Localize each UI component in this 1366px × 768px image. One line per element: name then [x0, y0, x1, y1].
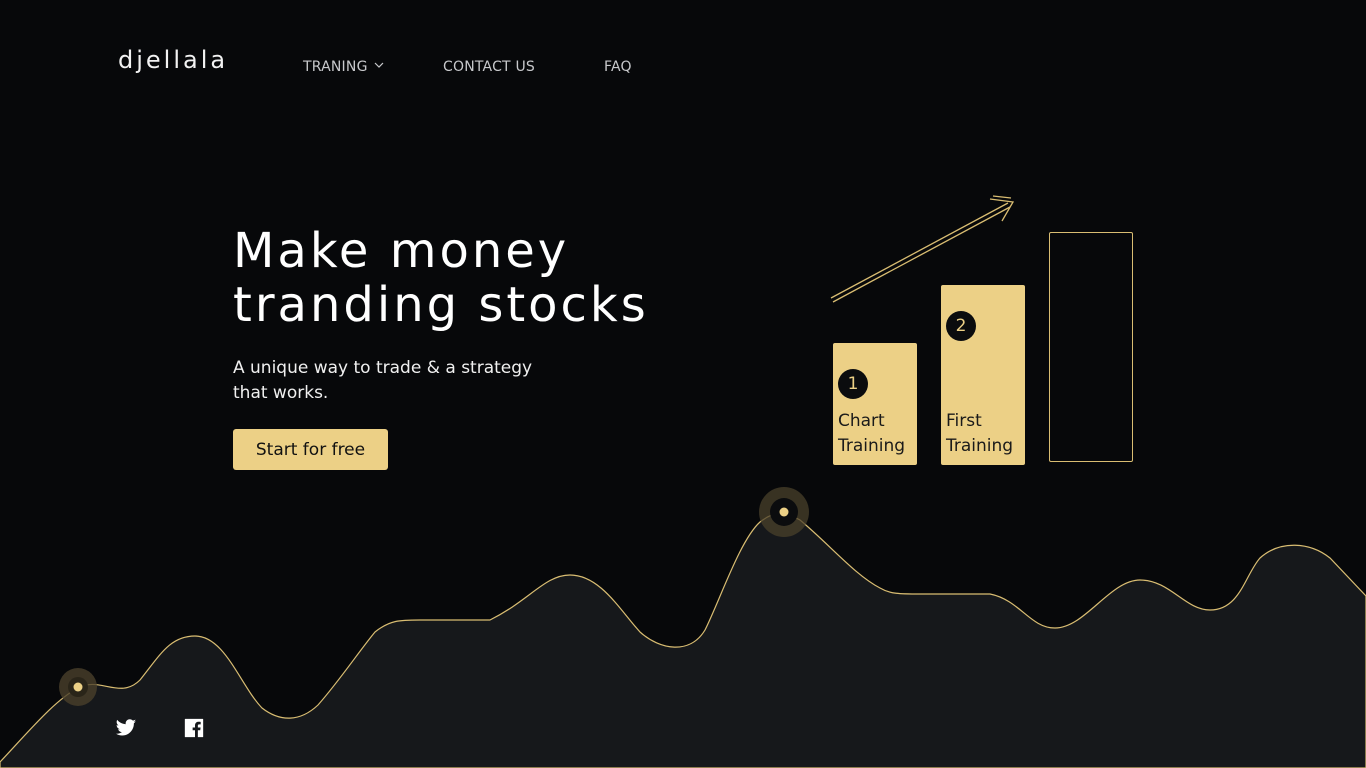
chevron-down-icon — [374, 62, 384, 68]
nav-contact[interactable]: CONTACT US — [443, 59, 535, 75]
nav-training-label: TRANING — [303, 59, 368, 75]
nav-faq[interactable]: FAQ — [604, 59, 632, 75]
logo[interactable]: djellala — [118, 46, 228, 74]
peak-marker-dot — [779, 507, 789, 517]
step-card-first-training[interactable]: 2 First Training — [941, 285, 1025, 465]
step-number-badge: 2 — [946, 311, 976, 341]
twitter-icon[interactable] — [115, 717, 137, 739]
page: djellala TRANING CONTACT US FAQ Make mon… — [0, 0, 1366, 768]
hero-title-line-1: Make money — [233, 223, 570, 279]
step-label-line-2: Training — [838, 436, 906, 456]
start-for-free-button[interactable]: Start for free — [233, 429, 388, 470]
hero-subtitle: A unique way to trade & a strategy that … — [233, 358, 533, 403]
hero-title-line-2: tranding stocks — [233, 277, 649, 333]
step-label-line-1: Chart — [838, 411, 885, 431]
facebook-icon[interactable] — [183, 717, 205, 739]
hero-title: Make money tranding stocks — [233, 224, 649, 332]
step-number-badge: 1 — [838, 369, 868, 399]
step-card-chart-training[interactable]: 1 Chart Training — [833, 343, 917, 465]
step-card-empty — [1049, 232, 1133, 462]
step-label: Chart Training — [838, 409, 905, 459]
nav-training[interactable]: TRANING — [303, 59, 384, 75]
step-label-line-1: First — [946, 411, 982, 431]
step-label: First Training — [946, 409, 1013, 459]
step-label-line-2: Training — [946, 436, 1014, 456]
wave-background — [0, 195, 1366, 768]
start-marker-dot — [73, 682, 83, 692]
